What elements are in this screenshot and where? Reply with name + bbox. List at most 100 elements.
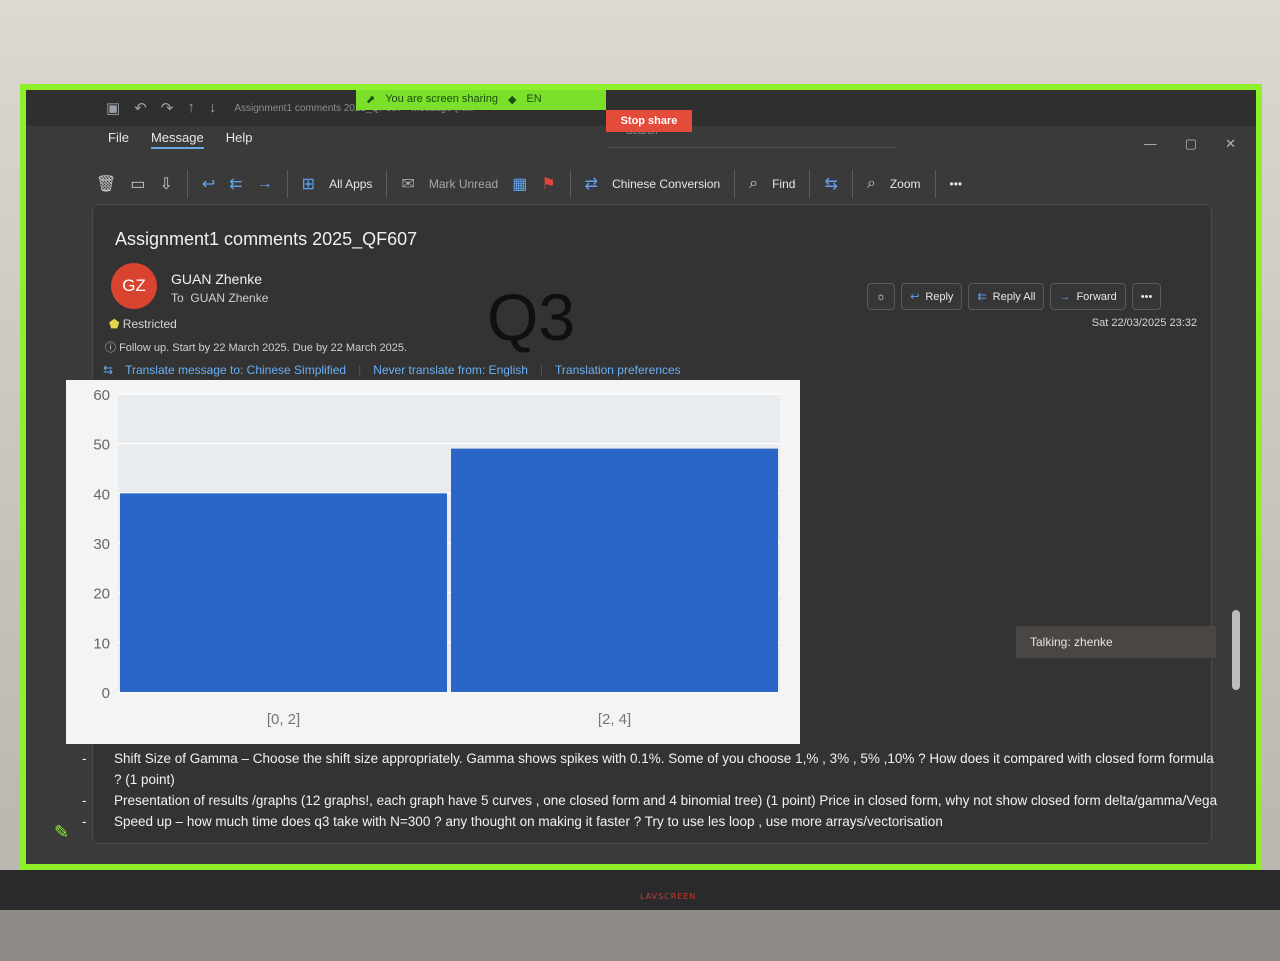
info-icon: ⓘ xyxy=(105,342,116,354)
list-item: Shift Size of Gamma – Choose the shift s… xyxy=(82,748,1222,790)
stop-share-label: Stop share xyxy=(620,115,678,127)
translation-preferences-link[interactable]: Translation preferences xyxy=(555,363,681,377)
zoom-icon: ⌕ xyxy=(866,175,876,192)
zoom-button[interactable]: Zoom xyxy=(890,177,921,191)
divider xyxy=(851,170,853,198)
annotate-pencil-icon[interactable]: ✎ xyxy=(54,822,69,843)
list-item: Presentation of results /graphs (12 grap… xyxy=(82,790,1222,811)
move-icon[interactable]: ⇩ xyxy=(159,174,172,194)
divider xyxy=(186,170,188,198)
close-icon[interactable]: ✕ xyxy=(1225,136,1236,152)
minimize-icon[interactable]: — xyxy=(1144,136,1157,152)
forward-label: Forward xyxy=(1076,290,1117,303)
up-arrow-icon[interactable]: ↑ xyxy=(187,99,195,117)
menu-tabs: File Message Help xyxy=(108,130,252,149)
screen-sharing-bar[interactable]: ⬈ You are screen sharing ◆ EN xyxy=(356,90,606,110)
mail-icon: ✉ xyxy=(401,176,415,193)
delete-icon[interactable]: 🗑 xyxy=(96,174,116,194)
x-tick-label: [2, 4] xyxy=(598,711,631,728)
flag-icon[interactable]: ⚑ xyxy=(541,174,555,194)
sun-icon: ☼ xyxy=(876,290,887,303)
y-tick-label: 20 xyxy=(93,586,110,603)
more-actions-button[interactable]: ••• xyxy=(1131,283,1162,310)
reply-label: Reply xyxy=(925,290,954,303)
restricted-label: Restricted xyxy=(122,317,177,331)
bar xyxy=(451,448,778,692)
reply-all-icon[interactable]: ⇇ xyxy=(229,174,242,194)
projector-brand: LAVSCREEN xyxy=(640,892,697,901)
y-tick-label: 0 xyxy=(102,685,110,702)
translate-message-link[interactable]: Translate message to: Chinese Simplified xyxy=(125,363,346,377)
sharing-label: You are screen sharing xyxy=(385,93,498,105)
undo-icon[interactable]: ↶ xyxy=(134,99,147,117)
translation-bar: ⇆ Translate message to: Chinese Simplifi… xyxy=(103,363,681,377)
talking-indicator: Talking: zhenke xyxy=(1016,626,1216,658)
shield-icon: ⬟ xyxy=(109,317,120,331)
y-tick-label: 40 xyxy=(93,486,110,503)
sensitivity-button[interactable]: ☼ xyxy=(867,283,896,310)
y-tick-label: 30 xyxy=(93,536,110,553)
message-actions: ☼ ↩ Reply ⇇ Reply All → Forward ••• xyxy=(867,283,1162,310)
window-controls: — ▢ ✕ xyxy=(1144,136,1236,152)
archive-icon[interactable]: ▭ xyxy=(130,174,145,194)
language-label: EN xyxy=(526,93,542,105)
reply-all-button[interactable]: ⇇ Reply All xyxy=(968,283,1045,310)
scrollbar[interactable] xyxy=(1232,410,1240,690)
ribbon-toolbar: 🗑 ▭ ⇩ ↩ ⇇ → ⊞ All Apps ✉ Mark Unread ▦ ⚑… xyxy=(96,162,1206,206)
redo-icon[interactable]: ↷ xyxy=(161,99,174,117)
reply-all-label: Reply All xyxy=(992,290,1036,303)
share-icon: ⬈ xyxy=(366,93,376,106)
down-arrow-icon[interactable]: ↓ xyxy=(209,99,217,117)
to-line: To GUAN Zhenke xyxy=(171,291,268,305)
chinese-conversion-button[interactable]: Chinese Conversion xyxy=(612,177,720,191)
tab-help[interactable]: Help xyxy=(226,130,253,149)
divider: | xyxy=(539,363,544,377)
follow-up-text: Follow up. Start by 22 March 2025. Due b… xyxy=(119,342,408,354)
find-button[interactable]: Find xyxy=(772,177,795,191)
translate-icon: ⇆ xyxy=(103,363,114,377)
divider: | xyxy=(358,363,362,377)
restricted-badge: ⬟ Restricted xyxy=(109,317,177,331)
recipient-name[interactable]: GUAN Zhenke xyxy=(190,291,268,305)
reply-all-icon: ⇇ xyxy=(977,291,987,303)
tab-message[interactable]: Message xyxy=(150,130,204,149)
divider xyxy=(934,170,936,198)
to-label: To xyxy=(171,291,184,305)
mark-unread-button[interactable]: Mark Unread xyxy=(429,177,498,191)
reply-icon[interactable]: ↩ xyxy=(202,174,215,194)
projector-bezel: LAVSCREEN xyxy=(0,870,1280,910)
tab-file[interactable]: File xyxy=(108,130,129,149)
never-translate-link[interactable]: Never translate from: English xyxy=(373,363,528,377)
translate-icon[interactable]: ⇆ xyxy=(824,174,837,194)
forward-icon[interactable]: → xyxy=(257,175,273,193)
y-tick-label: 10 xyxy=(93,635,110,652)
stop-share-button[interactable]: Stop share xyxy=(606,110,692,132)
all-apps-button[interactable]: All Apps xyxy=(329,177,372,191)
bar-chart: 0 10 20 30 40 50 60 [0, 2] [2, 4] xyxy=(93,387,780,728)
screen-share-frame: ▣ ↶ ↷ ↑ ↓ Assignment1 comments 2025_QF60… xyxy=(20,84,1262,870)
avatar[interactable]: GZ xyxy=(111,263,157,309)
conversion-icon: ⇄ xyxy=(584,176,599,193)
floor xyxy=(0,910,1280,961)
message-subject: Assignment1 comments 2025_QF607 xyxy=(115,229,418,249)
forward-button[interactable]: → Forward xyxy=(1050,283,1126,310)
bar-chart-panel: 0 10 20 30 40 50 60 [0, 2] [2, 4] xyxy=(66,380,800,744)
categorize-icon[interactable]: ▦ xyxy=(512,174,527,194)
follow-up-info: ⓘ Follow up. Start by 22 March 2025. Due… xyxy=(105,339,407,355)
bar xyxy=(120,493,447,692)
shield-icon: ◆ xyxy=(507,93,517,106)
sender-name[interactable]: GUAN Zhenke xyxy=(171,271,262,287)
y-tick-label: 50 xyxy=(93,437,110,454)
divider xyxy=(386,170,388,198)
maximize-icon[interactable]: ▢ xyxy=(1185,136,1197,152)
divider xyxy=(286,170,288,198)
reply-button[interactable]: ↩ Reply xyxy=(901,283,963,310)
save-icon[interactable]: ▣ xyxy=(106,99,120,117)
apps-icon: ⊞ xyxy=(301,176,316,193)
more-options-icon[interactable]: ••• xyxy=(950,177,963,191)
divider xyxy=(734,170,736,198)
message-timestamp: Sat 22/03/2025 23:32 xyxy=(1091,317,1197,329)
scrollbar-thumb[interactable] xyxy=(1232,610,1240,690)
list-item: Speed up – how much time does q3 take wi… xyxy=(82,811,1222,832)
divider xyxy=(809,170,811,198)
